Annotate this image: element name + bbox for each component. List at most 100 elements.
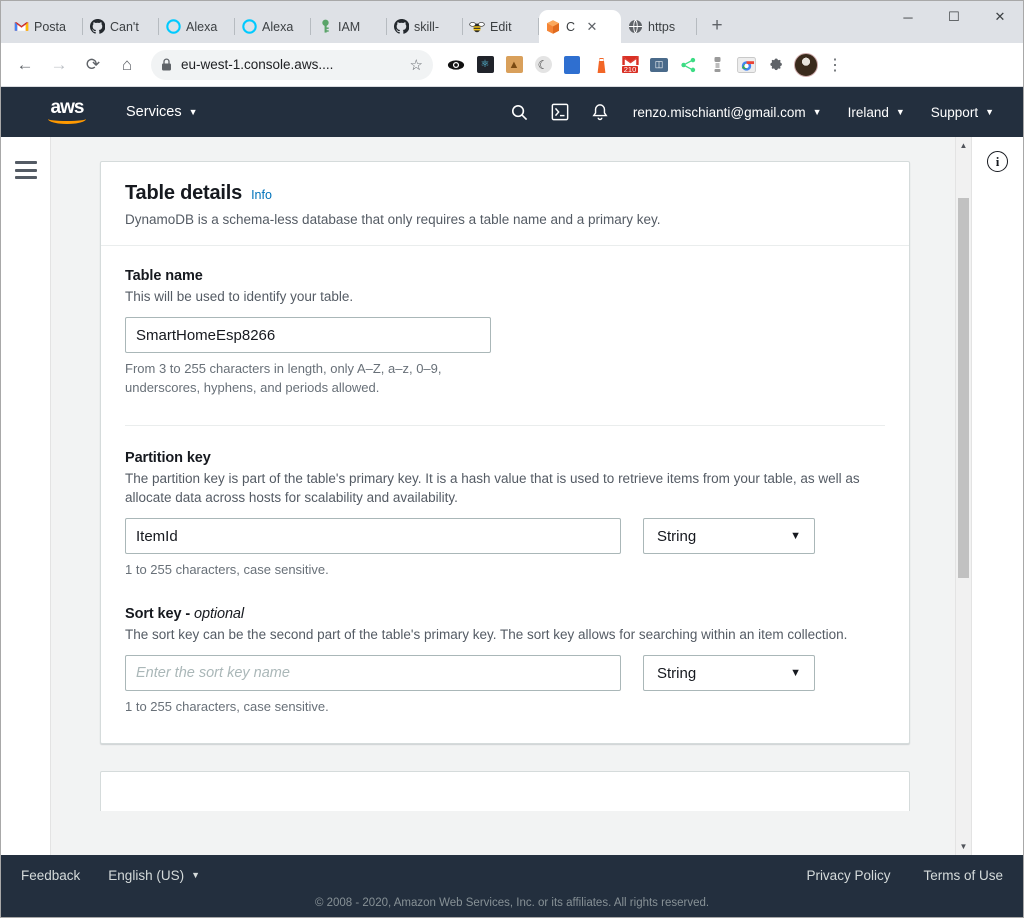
window-maximize-button[interactable]: ☐ bbox=[931, 1, 977, 33]
info-circle-icon[interactable]: i bbox=[987, 151, 1008, 172]
feedback-link[interactable]: Feedback bbox=[21, 868, 80, 883]
address-bar-url: eu-west-1.console.aws.... bbox=[181, 57, 334, 72]
aws-footer: Feedback English (US) ▼ Privacy Policy T… bbox=[1, 855, 1023, 917]
table-name-input[interactable]: SmartHomeEsp8266 bbox=[125, 317, 491, 354]
services-menu[interactable]: Services ▼ bbox=[126, 104, 198, 120]
lighthouse-icon[interactable] bbox=[588, 52, 614, 78]
chevron-down-icon: ▼ bbox=[790, 666, 801, 679]
partition-key-value: ItemId bbox=[136, 527, 178, 545]
search-icon[interactable] bbox=[500, 94, 540, 130]
vertical-scrollbar[interactable]: ▲ ▼ bbox=[955, 137, 971, 855]
left-navigation-rail bbox=[1, 137, 51, 855]
language-selector[interactable]: English (US) ▼ bbox=[108, 868, 200, 883]
sort-key-input[interactable]: Enter the sort key name bbox=[125, 655, 621, 692]
share-icon[interactable] bbox=[675, 52, 701, 78]
browser-tab-1[interactable]: Can't bbox=[83, 10, 159, 43]
tab-title: skill- bbox=[414, 19, 439, 34]
privacy-policy-link[interactable]: Privacy Policy bbox=[806, 868, 890, 883]
browser-tab-8[interactable]: https bbox=[621, 10, 697, 43]
card-description: DynamoDB is a schema-less database that … bbox=[125, 212, 661, 227]
react-devtools-icon[interactable]: ⚛ bbox=[472, 52, 498, 78]
table-name-field-group: Table name This will be used to identify… bbox=[125, 268, 885, 398]
browser-tab-0[interactable]: Posta bbox=[7, 10, 83, 43]
blue-square-icon[interactable] bbox=[559, 52, 585, 78]
account-email: renzo.mischianti@gmail.com bbox=[632, 104, 806, 120]
dark-mode-moon-icon[interactable]: ☾ bbox=[530, 52, 556, 78]
browser-tab-7-active[interactable]: C ✕ bbox=[539, 10, 621, 43]
partition-key-field-group: Partition key The partition key is part … bbox=[125, 450, 885, 580]
sort-key-type-value: String bbox=[657, 664, 697, 682]
page-title: Table details bbox=[125, 182, 243, 204]
chevron-down-icon: ▼ bbox=[191, 870, 200, 880]
table-name-label: Table name bbox=[125, 268, 203, 284]
sort-key-optional-text: optional bbox=[194, 606, 245, 622]
partition-key-label: Partition key bbox=[125, 449, 211, 466]
table-name-hint: From 3 to 255 characters in length, only… bbox=[125, 361, 442, 395]
gmail-counter-icon[interactable]: 210 bbox=[617, 52, 643, 78]
section-divider bbox=[125, 424, 885, 426]
notifications-bell-icon[interactable] bbox=[580, 94, 620, 130]
support-menu[interactable]: Support ▼ bbox=[918, 94, 1007, 130]
browser-window: Posta Can't Alexa Alexa IAM skill- Edit … bbox=[0, 0, 1024, 918]
bee-icon bbox=[469, 19, 485, 35]
support-label: Support bbox=[930, 104, 979, 120]
table-name-description: This will be used to identify your table… bbox=[125, 289, 354, 304]
browser-tab-5[interactable]: skill- bbox=[387, 10, 463, 43]
sort-key-hint: 1 to 255 characters, case sensitive. bbox=[125, 699, 329, 715]
partition-key-input[interactable]: ItemId bbox=[125, 518, 621, 555]
robot-icon[interactable] bbox=[704, 52, 730, 78]
new-tab-button[interactable]: + bbox=[703, 12, 731, 40]
window-minimize-button[interactable]: ─ bbox=[885, 1, 931, 33]
account-menu[interactable]: renzo.mischianti@gmail.com ▼ bbox=[620, 94, 835, 130]
cloudshell-icon[interactable] bbox=[540, 94, 580, 130]
table-details-card: Table details Info DynamoDB is a schema-l… bbox=[100, 161, 910, 744]
terms-of-use-link[interactable]: Terms of Use bbox=[923, 868, 1003, 883]
profile-avatar[interactable] bbox=[794, 52, 818, 77]
address-bar[interactable]: eu-west-1.console.aws.... ☆ bbox=[151, 49, 433, 80]
scroll-up-arrow-icon[interactable]: ▲ bbox=[956, 137, 972, 154]
window-close-button[interactable]: ✕ bbox=[977, 1, 1023, 33]
chevron-down-icon: ▼ bbox=[790, 529, 801, 542]
window-controls: ─ ☐ ✕ bbox=[885, 1, 1023, 33]
browser-tab-6[interactable]: Edit bbox=[463, 10, 539, 43]
partition-key-type-select[interactable]: String ▼ bbox=[643, 518, 815, 555]
gmail-unread-count: 210 bbox=[621, 64, 639, 74]
browser-menu-button[interactable]: ⋮ bbox=[822, 52, 848, 78]
scrollbar-thumb[interactable] bbox=[958, 198, 969, 578]
card-body: Table name This will be used to identify… bbox=[101, 246, 909, 743]
aws-navbar: aws Services ▼ renzo.mischianti@gmail.co bbox=[1, 87, 1023, 137]
home-button[interactable]: ⌂ bbox=[111, 49, 143, 81]
camel-notebook-icon[interactable]: ▲ bbox=[501, 52, 527, 78]
hamburger-menu-icon[interactable] bbox=[14, 161, 37, 179]
chevron-down-icon: ▼ bbox=[812, 106, 822, 117]
bookmark-star-icon[interactable]: ☆ bbox=[410, 56, 423, 74]
copyright-text: © 2008 - 2020, Amazon Web Services, Inc.… bbox=[314, 896, 710, 909]
lock-icon bbox=[161, 58, 172, 71]
tab-close-icon[interactable]: ✕ bbox=[585, 19, 599, 34]
window-capture-icon[interactable]: ◫ bbox=[646, 52, 672, 78]
aws-console: aws Services ▼ renzo.mischianti@gmail.co bbox=[1, 87, 1023, 917]
language-label: English (US) bbox=[108, 868, 185, 883]
scroll-down-arrow-icon[interactable]: ▼ bbox=[956, 838, 972, 855]
aws-logo[interactable]: aws bbox=[43, 97, 91, 127]
back-button[interactable]: ← bbox=[9, 49, 41, 81]
aws-cube-icon bbox=[545, 19, 561, 35]
browser-tab-3[interactable]: Alexa bbox=[235, 10, 311, 43]
help-panel: i bbox=[971, 137, 1023, 855]
browser-tab-2[interactable]: Alexa bbox=[159, 10, 235, 43]
eye-icon[interactable] bbox=[443, 52, 469, 78]
sort-key-type-select[interactable]: String ▼ bbox=[643, 655, 815, 692]
info-link[interactable]: Info bbox=[251, 188, 272, 202]
content-area: Table details Info DynamoDB is a schema-l… bbox=[51, 137, 955, 855]
tab-title: IAM bbox=[338, 19, 361, 34]
chevron-down-icon: ▼ bbox=[895, 106, 905, 117]
region-label: Ireland bbox=[847, 104, 889, 120]
chrome-window-icon[interactable] bbox=[733, 52, 759, 78]
forward-button[interactable]: → bbox=[43, 49, 75, 81]
puzzle-extension-icon[interactable] bbox=[762, 52, 788, 78]
extension-icons: ⚛ ▲ ☾ 210 ◫ bbox=[443, 52, 788, 78]
region-menu[interactable]: Ireland ▼ bbox=[835, 94, 918, 130]
github-icon bbox=[393, 19, 409, 35]
reload-button[interactable]: ⟳ bbox=[77, 49, 109, 81]
browser-tab-4[interactable]: IAM bbox=[311, 10, 387, 43]
